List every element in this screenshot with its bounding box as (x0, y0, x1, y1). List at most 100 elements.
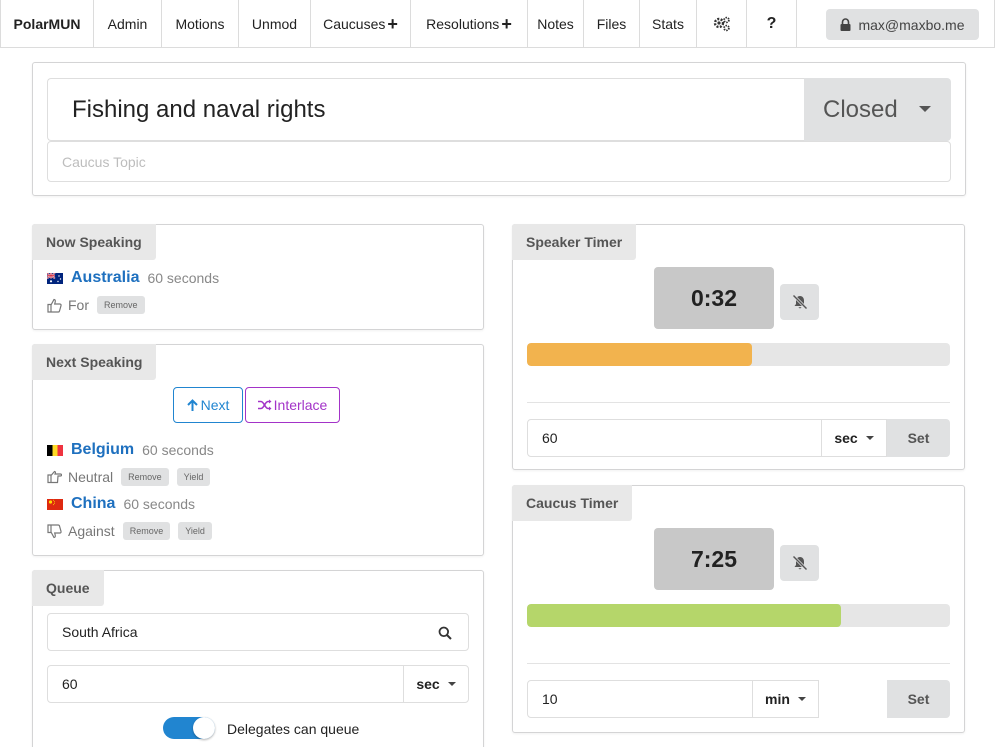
thumbs-down-icon (47, 523, 62, 538)
caucus-timer-unit-label: min (765, 691, 790, 707)
caret-down-icon (865, 436, 874, 440)
queue-country-input[interactable]: South Africa (47, 613, 469, 651)
nav-stats[interactable]: Stats (640, 0, 697, 47)
caucus-timer-input-value: 10 (542, 691, 558, 707)
next-speaker-1: Belgium 60 seconds (47, 441, 214, 459)
caucus-timer-panel: Caucus Timer 7:25 10 min Set (512, 485, 965, 733)
nav-admin[interactable]: Admin (94, 0, 162, 47)
now-speaking-stance: For Remove (47, 296, 145, 314)
queue-duration-input[interactable]: 60 sec (47, 665, 469, 703)
user-button[interactable]: max@maxbo.me (826, 9, 979, 40)
stance-label: For (68, 297, 89, 313)
next-speaker-1-stance: Neutral Remove Yield (47, 468, 211, 486)
caret-down-icon (919, 106, 931, 112)
speaker-timer-progress-fill (527, 343, 753, 366)
queue-country-value: South Africa (62, 624, 138, 640)
delegates-queue-label: Delegates can queue (227, 721, 360, 737)
divider (527, 663, 950, 664)
bell-slash-icon (791, 555, 808, 571)
nav-caucuses[interactable]: Caucuses + (311, 0, 411, 47)
bell-slash-icon (791, 294, 808, 310)
caucus-timer-label: Caucus Timer (512, 485, 633, 521)
yield-button[interactable]: Yield (176, 468, 211, 486)
yield-button[interactable]: Yield (178, 522, 212, 540)
thumbs-up-icon (47, 298, 62, 313)
speaker-timer-input[interactable]: 60 sec (527, 419, 887, 457)
speaker-country-link[interactable]: Australia (71, 269, 139, 287)
arrow-up-icon (186, 398, 198, 411)
caucus-timer-display: 7:25 (654, 528, 774, 590)
nav-motions[interactable]: Motions (162, 0, 239, 47)
speaker-timer-panel: Speaker Timer 0:32 60 sec Set (512, 224, 965, 470)
queue-unit-dropdown[interactable]: sec (403, 666, 468, 702)
speaker-timer-unit-dropdown[interactable]: sec (821, 420, 886, 456)
lock-icon (840, 18, 851, 31)
user-email: max@maxbo.me (858, 16, 965, 33)
caucus-timer-unit-dropdown[interactable]: min (752, 681, 818, 717)
nav-resolutions-label: Resolutions (426, 15, 500, 32)
caucus-status-dropdown[interactable]: Closed (804, 78, 951, 141)
caucus-name-input[interactable]: Fishing and naval rights (47, 78, 804, 141)
nav-resolutions[interactable]: Resolutions + (411, 0, 528, 47)
cogs-icon (713, 16, 730, 31)
remove-button[interactable]: Remove (122, 522, 171, 540)
queue-label: Queue (32, 570, 104, 606)
queue-unit-label: sec (416, 676, 440, 692)
now-speaking-speaker: Australia 60 seconds (47, 269, 219, 287)
speaker-timer-display: 0:32 (654, 267, 774, 329)
remove-button[interactable]: Remove (121, 468, 169, 486)
caucus-timer-input[interactable]: 10 min (527, 680, 819, 718)
hand-point-right-icon (47, 470, 62, 484)
toggle-knob (193, 717, 215, 739)
speaker-timer-label: Speaker Timer (512, 224, 637, 260)
plus-icon: + (501, 13, 512, 34)
caucus-timer-mute-button[interactable] (780, 545, 819, 581)
speaker-timer-input-value: 60 (542, 430, 558, 446)
caret-down-icon (447, 682, 456, 686)
caucus-timer-set-button[interactable]: Set (887, 680, 950, 718)
remove-button[interactable]: Remove (97, 296, 145, 314)
interlace-button[interactable]: Interlace (245, 387, 340, 423)
now-speaking-label: Now Speaking (32, 224, 156, 260)
speaker-timer-unit-label: sec (834, 430, 858, 446)
caret-down-icon (797, 697, 806, 701)
next-button[interactable]: Next (173, 387, 243, 423)
speaker-timer-progress (527, 343, 950, 366)
speaker-country-link[interactable]: China (71, 495, 115, 513)
now-speaking-panel: Now Speaking Australia 60 seconds For Re… (32, 224, 484, 330)
china-flag-icon (47, 498, 63, 510)
speaker-duration: 60 seconds (147, 270, 220, 286)
next-speaker-2-stance: Against Remove Yield (47, 522, 212, 540)
speaker-duration: 60 seconds (123, 496, 196, 512)
stance-label: Against (68, 523, 115, 539)
nav-help[interactable]: ? (747, 0, 797, 47)
top-nav: PolarMUN Admin Motions Unmod Caucuses + R… (0, 0, 995, 48)
plus-icon: + (387, 13, 398, 34)
queue-duration-value: 60 (62, 676, 78, 692)
queue-panel: Queue South Africa 60 sec Delegates can … (32, 570, 484, 747)
next-speaking-panel: Next Speaking Next Interlace Belgium 60 … (32, 344, 484, 556)
caucus-topic-input[interactable]: Caucus Topic (47, 141, 951, 182)
next-button-label: Next (200, 397, 230, 413)
nav-notes[interactable]: Notes (528, 0, 584, 47)
next-speaking-label: Next Speaking (32, 344, 157, 380)
stance-label: Neutral (68, 469, 114, 485)
belgium-flag-icon (47, 444, 63, 456)
nav-brand[interactable]: PolarMUN (1, 0, 94, 47)
caucus-timer-progress-fill (527, 604, 841, 627)
delegates-queue-toggle[interactable] (163, 717, 215, 739)
next-speaker-2: China 60 seconds (47, 495, 195, 513)
speaker-timer-mute-button[interactable] (780, 284, 819, 320)
nav-caucuses-label: Caucuses (323, 15, 386, 32)
shuffle-icon (257, 399, 272, 411)
nav-files[interactable]: Files (584, 0, 640, 47)
caucus-status-label: Closed (823, 95, 898, 123)
speaker-duration: 60 seconds (142, 442, 214, 458)
speaker-country-link[interactable]: Belgium (71, 441, 134, 459)
nav-unmod[interactable]: Unmod (239, 0, 311, 47)
search-icon (438, 626, 452, 640)
speaker-timer-set-button[interactable]: Set (887, 419, 950, 457)
caucus-timer-progress (527, 604, 950, 627)
caucus-header-panel: Fishing and naval rights Closed Caucus T… (32, 62, 966, 196)
nav-settings[interactable] (697, 0, 747, 47)
